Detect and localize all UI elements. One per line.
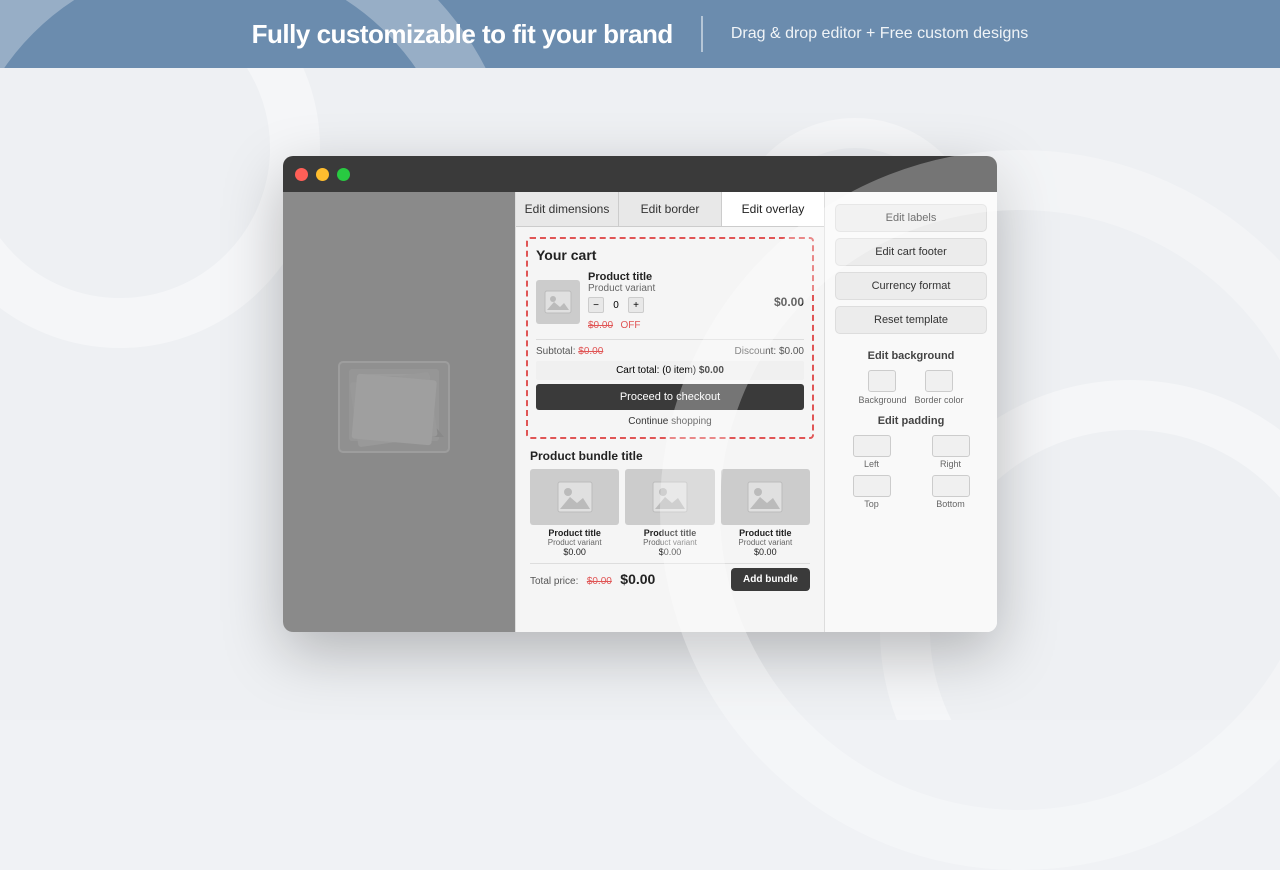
cart-summary: Subtotal: $0.00 Discount: $0.00 xyxy=(536,339,804,357)
header-subtitle: Drag & drop editor + Free custom designs xyxy=(731,25,1028,43)
padding-bottom-item: Bottom xyxy=(914,475,987,509)
bundle-title: Product bundle title xyxy=(530,449,810,463)
border-color-swatch-group: Border color xyxy=(915,370,964,405)
tabs: Edit dimensions Edit border Edit overlay xyxy=(516,192,824,227)
bundle-product-2: Product title Product variant $0.00 xyxy=(625,469,714,557)
item-image xyxy=(536,280,580,324)
padding-left-label: Left xyxy=(864,459,879,469)
subtotal-value: $0.00 xyxy=(578,346,603,357)
center-panel: Edit dimensions Edit border Edit overlay… xyxy=(515,192,825,632)
cart-item: Product title Product variant − 0 + $0.0… xyxy=(536,271,804,333)
header-title: Fully customizable to fit your brand xyxy=(252,19,673,50)
padding-top-label: Top xyxy=(864,499,879,509)
bundle-product-1-image xyxy=(530,469,619,525)
qty-value: 0 xyxy=(608,300,624,311)
edit-labels-button[interactable]: Edit labels xyxy=(835,204,987,232)
bundle-footer: Total price: $0.00 $0.00 Add bundle xyxy=(530,563,810,591)
currency-format-button[interactable]: Currency format xyxy=(835,272,987,300)
bundle-total-label: Total price: xyxy=(530,576,578,587)
padding-left-input[interactable] xyxy=(853,435,891,457)
border-color-swatch[interactable] xyxy=(925,370,953,392)
color-swatches: Background Border color xyxy=(835,370,987,405)
border-color-swatch-label: Border color xyxy=(915,395,964,405)
cart-title: Your cart xyxy=(536,247,804,263)
padding-bottom-label: Bottom xyxy=(936,499,965,509)
item-name: Product title xyxy=(588,271,766,283)
item-price: $0.00 xyxy=(774,295,804,309)
padding-top-input[interactable] xyxy=(853,475,891,497)
padding-right-label: Right xyxy=(940,459,961,469)
window-body: Edit dimensions Edit border Edit overlay… xyxy=(283,192,997,632)
bundle-product-2-price: $0.00 xyxy=(625,547,714,557)
main-area: Edit dimensions Edit border Edit overlay… xyxy=(0,68,1280,720)
tab-edit-border[interactable]: Edit border xyxy=(619,192,722,226)
cart-total-value: $0.00 xyxy=(699,365,724,376)
tab-edit-dimensions[interactable]: Edit dimensions xyxy=(516,192,619,226)
item-variant: Product variant xyxy=(588,283,766,294)
padding-right-input[interactable] xyxy=(932,435,970,457)
bundle-product-3-image xyxy=(721,469,810,525)
bundle-product-1-name: Product title xyxy=(530,528,619,538)
padding-grid: Left Right Top Bottom xyxy=(835,435,987,509)
bundle-product-1-variant: Product variant xyxy=(530,538,619,547)
add-bundle-button[interactable]: Add bundle xyxy=(731,568,810,591)
bundle-original-price: $0.00 xyxy=(587,576,612,587)
subtotal-label: Subtotal: $0.00 xyxy=(536,346,603,357)
bundle-product-3-price: $0.00 xyxy=(721,547,810,557)
background-swatch[interactable] xyxy=(868,370,896,392)
padding-left-item: Left xyxy=(835,435,908,469)
padding-bottom-input[interactable] xyxy=(932,475,970,497)
background-image-placeholder xyxy=(334,357,464,467)
bundle-products: Product title Product variant $0.00 xyxy=(530,469,810,557)
bundle-product-3-name: Product title xyxy=(721,528,810,538)
maximize-dot[interactable] xyxy=(337,168,350,181)
background-swatch-group: Background xyxy=(858,370,906,405)
bundle-section: Product bundle title xyxy=(526,449,814,591)
close-dot[interactable] xyxy=(295,168,308,181)
background-swatch-label: Background xyxy=(858,395,906,405)
item-off-label: OFF xyxy=(620,320,640,331)
continue-shopping-link[interactable]: Continue shopping xyxy=(536,414,804,429)
bundle-product-3: Product title Product variant $0.00 xyxy=(721,469,810,557)
padding-top-item: Top xyxy=(835,475,908,509)
item-details: Product title Product variant − 0 + $0.0… xyxy=(588,271,766,333)
bundle-product-2-name: Product title xyxy=(625,528,714,538)
cart-total-row: Cart total: (0 item) $0.00 xyxy=(536,361,804,380)
left-image-panel xyxy=(283,192,515,632)
header-divider xyxy=(701,16,703,52)
item-original-price: $0.00 xyxy=(588,320,613,331)
checkout-button[interactable]: Proceed to checkout xyxy=(536,384,804,410)
qty-decrease-btn[interactable]: − xyxy=(588,297,604,313)
cart-dashed-section: Your cart Product titl xyxy=(526,237,814,439)
cart-content: Your cart Product titl xyxy=(516,227,824,632)
bundle-product-2-image xyxy=(625,469,714,525)
header-banner: Fully customizable to fit your brand Dra… xyxy=(0,0,1280,68)
bundle-product-1: Product title Product variant $0.00 xyxy=(530,469,619,557)
titlebar xyxy=(283,156,997,192)
right-panel: Edit labels Edit cart footer Currency fo… xyxy=(825,192,997,632)
bg-circle-1 xyxy=(0,68,320,348)
bundle-product-1-price: $0.00 xyxy=(530,547,619,557)
item-price-area: $0.00 xyxy=(774,295,804,309)
minimize-dot[interactable] xyxy=(316,168,329,181)
edit-padding-label: Edit padding xyxy=(835,415,987,427)
qty-increase-btn[interactable]: + xyxy=(628,297,644,313)
reset-template-button[interactable]: Reset template xyxy=(835,306,987,334)
tab-edit-overlay[interactable]: Edit overlay xyxy=(722,192,824,226)
bundle-product-3-variant: Product variant xyxy=(721,538,810,547)
item-qty-control: − 0 + xyxy=(588,297,766,313)
padding-right-item: Right xyxy=(914,435,987,469)
bundle-total-info: Total price: $0.00 $0.00 xyxy=(530,571,655,589)
bundle-product-2-variant: Product variant xyxy=(625,538,714,547)
app-window: Edit dimensions Edit border Edit overlay… xyxy=(283,156,997,632)
bundle-new-price: $0.00 xyxy=(620,571,655,587)
edit-cart-footer-button[interactable]: Edit cart footer xyxy=(835,238,987,266)
discount-label: Discount: $0.00 xyxy=(735,346,805,357)
edit-background-label: Edit background xyxy=(835,350,987,362)
item-image-placeholder xyxy=(544,290,572,314)
